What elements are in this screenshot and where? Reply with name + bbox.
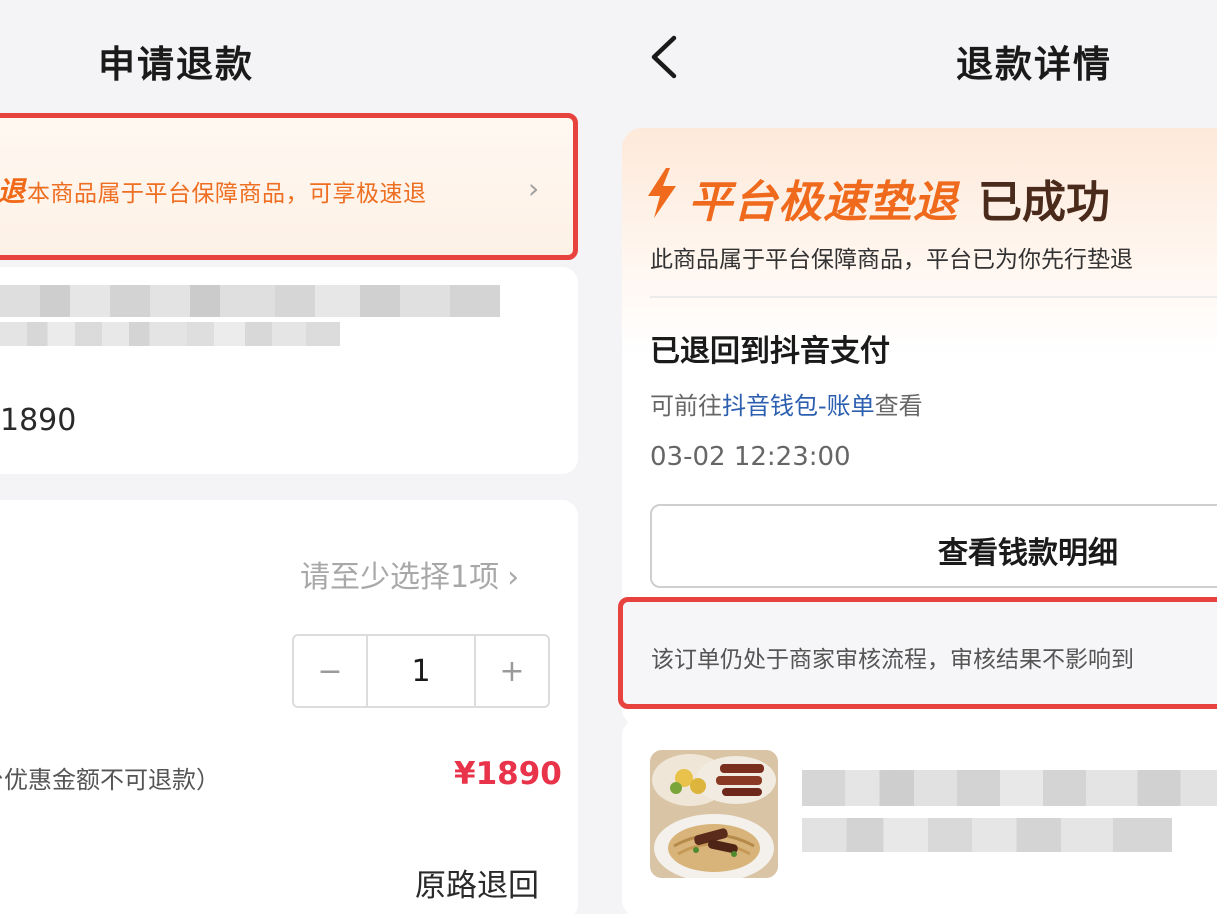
wallet-hint-suffix: 查看 [874,392,923,420]
chevron-right-icon: › [507,560,520,595]
refund-reason-placeholder: 请至少选择1项 [300,560,500,595]
fast-refund-tag: 退 [0,170,25,210]
merchant-review-text: 该订单仍处于商家审核流程，审核结果不影响到 [651,647,1134,673]
blurred-product-subtitle [0,322,340,346]
wallet-hint-prefix: 可前往 [650,392,722,420]
product-thumbnail [650,750,778,878]
chevron-left-icon[interactable] [644,34,684,80]
page-title: 申请退款 [98,43,254,86]
fast-refund-banner[interactable]: 退 本商品属于平台保障商品，可享极速退 › [0,113,578,260]
refund-amount-note: 台优惠金额不可退款） [0,766,220,794]
refund-reason-select[interactable]: 请至少选择1项 › [300,552,519,596]
page-title: 退款详情 [956,43,1112,86]
refund-status: 已成功 [978,177,1110,228]
fast-refund-text: 本商品属于平台保障商品，可享极速退 [27,181,427,207]
increment-button[interactable]: + [476,636,548,706]
fast-refund-subtext: 此商品属于平台保障商品，平台已为你先行垫退 [650,247,1133,273]
view-money-detail-label: 查看钱款明细 [938,536,1118,571]
lightning-icon [648,168,676,218]
refund-form-card: 请至少选择1项 › − 1 + 台优惠金额不可退款） ¥1890 原路退回 [0,500,578,914]
refund-timestamp: 03-02 12:23:00 [650,442,851,472]
quantity-stepper: − 1 + [292,634,550,708]
merchant-review-notice: 该订单仍处于商家审核流程，审核结果不影响到 [618,597,1217,709]
view-money-detail-button[interactable]: 查看钱款明细 [650,504,1217,588]
chevron-right-icon: › [528,172,540,205]
blurred-product-title [0,285,500,317]
refund-destination: 已退回到抖音支付 [650,334,890,369]
refund-amount: ¥1890 [454,756,562,792]
wallet-hint: 可前往抖音钱包-账单查看 [650,386,923,421]
blurred-product-subtitle [802,818,1172,852]
product-card: 1890 [0,267,578,474]
food-photo-icon [650,750,778,878]
product-price: 1890 [0,403,77,438]
blurred-product-title [802,770,1217,806]
divider [650,296,1217,298]
refund-detail-screen: 退款详情 平台极速垫退 已成功 此商品属于平台保障商品，平台已为你先行垫退 已退… [604,0,1217,914]
refund-apply-screen: 申请退款 退 本商品属于平台保障商品，可享极速退 › 1890 请至少选择1项›… [0,0,604,914]
decrement-button[interactable]: − [294,636,366,706]
order-product-card[interactable] [622,718,1217,914]
wallet-bill-link[interactable]: 抖音钱包-账单 [722,392,875,420]
quantity-value[interactable]: 1 [366,636,476,706]
fast-refund-headline: 平台极速垫退 [688,177,958,228]
refund-method: 原路退回 [415,868,539,904]
